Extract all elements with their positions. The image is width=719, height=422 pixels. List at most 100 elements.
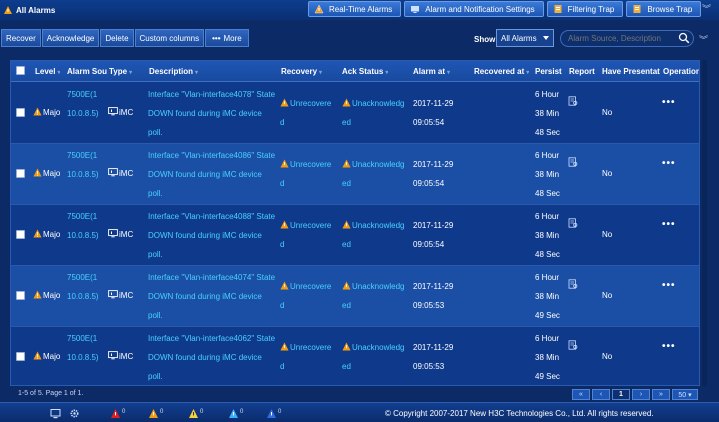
alarm-source-link[interactable]: 7500E(1 <box>67 207 97 226</box>
ack-status-link[interactable]: Unacknowledg <box>342 94 404 113</box>
recovery-link[interactable]: Unrecovere <box>280 277 331 296</box>
row-checkbox[interactable] <box>16 347 25 366</box>
description-line[interactable]: poll. <box>148 123 163 142</box>
row-operations-button[interactable]: ••• <box>662 154 676 173</box>
description-line[interactable]: poll. <box>148 245 163 264</box>
alarm-source-link[interactable]: 7500E(1 <box>67 329 97 348</box>
description-line[interactable]: DOWN found during iMC device <box>148 226 262 245</box>
col-persist[interactable]: Persist <box>535 61 565 82</box>
alarm-source-link[interactable]: 7500E(1 <box>67 146 97 165</box>
recovery-link[interactable]: d <box>280 357 284 376</box>
row-checkbox[interactable] <box>16 164 25 183</box>
acknowledge-button[interactable]: Acknowledge <box>41 29 100 47</box>
recovery-link[interactable]: d <box>280 174 284 193</box>
row-checkbox[interactable] <box>16 103 25 122</box>
table-row[interactable]: Majo 7500E(1 10.0.8.5) iMC Interface "Vl… <box>11 205 699 266</box>
row-checkbox[interactable] <box>16 286 25 305</box>
alarm-source-link[interactable]: 7500E(1 <box>67 268 97 287</box>
tab-real-time-alarms[interactable]: Real-Time Alarms <box>308 1 402 17</box>
row-operations-button[interactable]: ••• <box>662 215 676 234</box>
last-page-button[interactable]: » <box>652 389 670 400</box>
first-page-button[interactable]: « <box>572 389 590 400</box>
col-report[interactable]: Report <box>569 61 595 82</box>
select-all-checkbox[interactable] <box>16 61 25 82</box>
description-line[interactable]: DOWN found during iMC device <box>148 104 262 123</box>
table-row[interactable]: Majo 7500E(1 10.0.8.5) iMC Interface "Vl… <box>11 327 699 385</box>
col-alarm-source[interactable]: Alarm Sou <box>67 61 107 82</box>
row-operations-button[interactable]: ••• <box>662 93 676 112</box>
recover-button[interactable]: Recover <box>1 29 41 47</box>
recovery-link[interactable]: Unrecovere <box>280 155 331 174</box>
alarm-source-ip[interactable]: 10.0.8.5) <box>67 287 99 306</box>
ack-status-link[interactable]: Unacknowledg <box>342 155 404 174</box>
ack-status-link[interactable]: ed <box>342 235 351 254</box>
description-link[interactable]: Interface "Vlan-interface4062" State <box>148 329 275 348</box>
report-cell[interactable] <box>568 155 578 174</box>
minor-alarm-icon[interactable] <box>188 408 199 419</box>
description-link[interactable]: Interface "Vlan-interface4074" State <box>148 268 275 287</box>
tab-browse-trap[interactable]: Browse Trap <box>626 1 702 17</box>
col-have-presentation[interactable]: Have Presentat <box>602 61 660 82</box>
alarm-source-ip[interactable]: 10.0.8.5) <box>67 165 99 184</box>
recovery-link[interactable]: Unrecovere <box>280 94 331 113</box>
ack-status-link[interactable]: ed <box>342 296 351 315</box>
col-operations[interactable]: Operations <box>663 61 699 82</box>
vertical-scrollbar[interactable] <box>702 60 707 386</box>
current-page-button[interactable]: 1 <box>612 389 630 400</box>
collapse-chevron-icon[interactable]: ︾ <box>699 33 708 46</box>
alarm-source-ip[interactable]: 10.0.8.5) <box>67 348 99 367</box>
search-icon[interactable] <box>678 32 690 44</box>
report-cell[interactable] <box>568 338 578 357</box>
description-link[interactable]: Interface "Vlan-interface4086" State <box>148 146 275 165</box>
recovery-link[interactable]: d <box>280 296 284 315</box>
alarm-source-ip[interactable]: 10.0.8.5) <box>67 104 99 123</box>
ack-status-link[interactable]: Unacknowledg <box>342 216 404 235</box>
delete-button[interactable]: Delete <box>100 29 134 47</box>
col-recovered-at[interactable]: Recovered at ▾ <box>474 61 529 82</box>
row-checkbox[interactable] <box>16 225 25 244</box>
table-row[interactable]: Majo 7500E(1 10.0.8.5) iMC Interface "Vl… <box>11 83 699 144</box>
description-line[interactable]: DOWN found during iMC device <box>148 348 262 367</box>
recovery-link[interactable]: Unrecovere <box>280 216 331 235</box>
recovery-link[interactable]: Unrecovere <box>280 338 331 357</box>
warning-alarm-icon[interactable] <box>228 408 239 419</box>
search-input[interactable] <box>560 30 694 47</box>
critical-alarm-icon[interactable] <box>110 408 121 419</box>
alarm-source-ip[interactable]: 10.0.8.5) <box>67 226 99 245</box>
gear-icon[interactable] <box>69 408 80 419</box>
ack-status-link[interactable]: Unacknowledg <box>342 338 404 357</box>
report-cell[interactable] <box>568 94 578 113</box>
report-cell[interactable] <box>568 277 578 296</box>
description-line[interactable]: DOWN found during iMC device <box>148 287 262 306</box>
info-alarm-icon[interactable] <box>266 408 277 419</box>
ack-status-link[interactable]: ed <box>342 113 351 132</box>
monitor-icon[interactable] <box>50 408 61 419</box>
col-recovery[interactable]: Recovery ▾ <box>281 61 322 82</box>
recovery-link[interactable]: d <box>280 113 284 132</box>
double-chevron-down-icon[interactable]: ︾ <box>702 4 711 14</box>
ack-status-link[interactable]: ed <box>342 174 351 193</box>
show-filter-select[interactable]: All Alarms <box>496 29 554 47</box>
description-line[interactable]: poll. <box>148 367 163 385</box>
page-size-select[interactable]: 50 ▾ <box>672 389 698 400</box>
col-alarm-at[interactable]: Alarm at ▾ <box>413 61 450 82</box>
col-ack-status[interactable]: Ack Status ▾ <box>342 61 388 82</box>
custom-columns-button[interactable]: Custom columns <box>134 29 205 47</box>
row-operations-button[interactable]: ••• <box>662 337 676 356</box>
description-line[interactable]: poll. <box>148 184 163 203</box>
alarm-source-link[interactable]: 7500E(1 <box>67 85 97 104</box>
description-link[interactable]: Interface "Vlan-interface4078" State <box>148 85 275 104</box>
recovery-link[interactable]: d <box>280 235 284 254</box>
description-line[interactable]: poll. <box>148 306 163 325</box>
col-type[interactable]: Type ▾ <box>109 61 132 82</box>
prev-page-button[interactable]: ‹ <box>592 389 610 400</box>
description-line[interactable]: DOWN found during iMC device <box>148 165 262 184</box>
tab-alarm-notification-settings[interactable]: Alarm and Notification Settings <box>404 1 544 17</box>
row-operations-button[interactable]: ••• <box>662 276 676 295</box>
col-description[interactable]: Description ▾ <box>149 61 198 82</box>
table-row[interactable]: Majo 7500E(1 10.0.8.5) iMC Interface "Vl… <box>11 144 699 205</box>
ack-status-link[interactable]: ed <box>342 357 351 376</box>
table-row[interactable]: Majo 7500E(1 10.0.8.5) iMC Interface "Vl… <box>11 266 699 327</box>
ack-status-link[interactable]: Unacknowledg <box>342 277 404 296</box>
more-button[interactable]: ••• More <box>205 29 249 47</box>
